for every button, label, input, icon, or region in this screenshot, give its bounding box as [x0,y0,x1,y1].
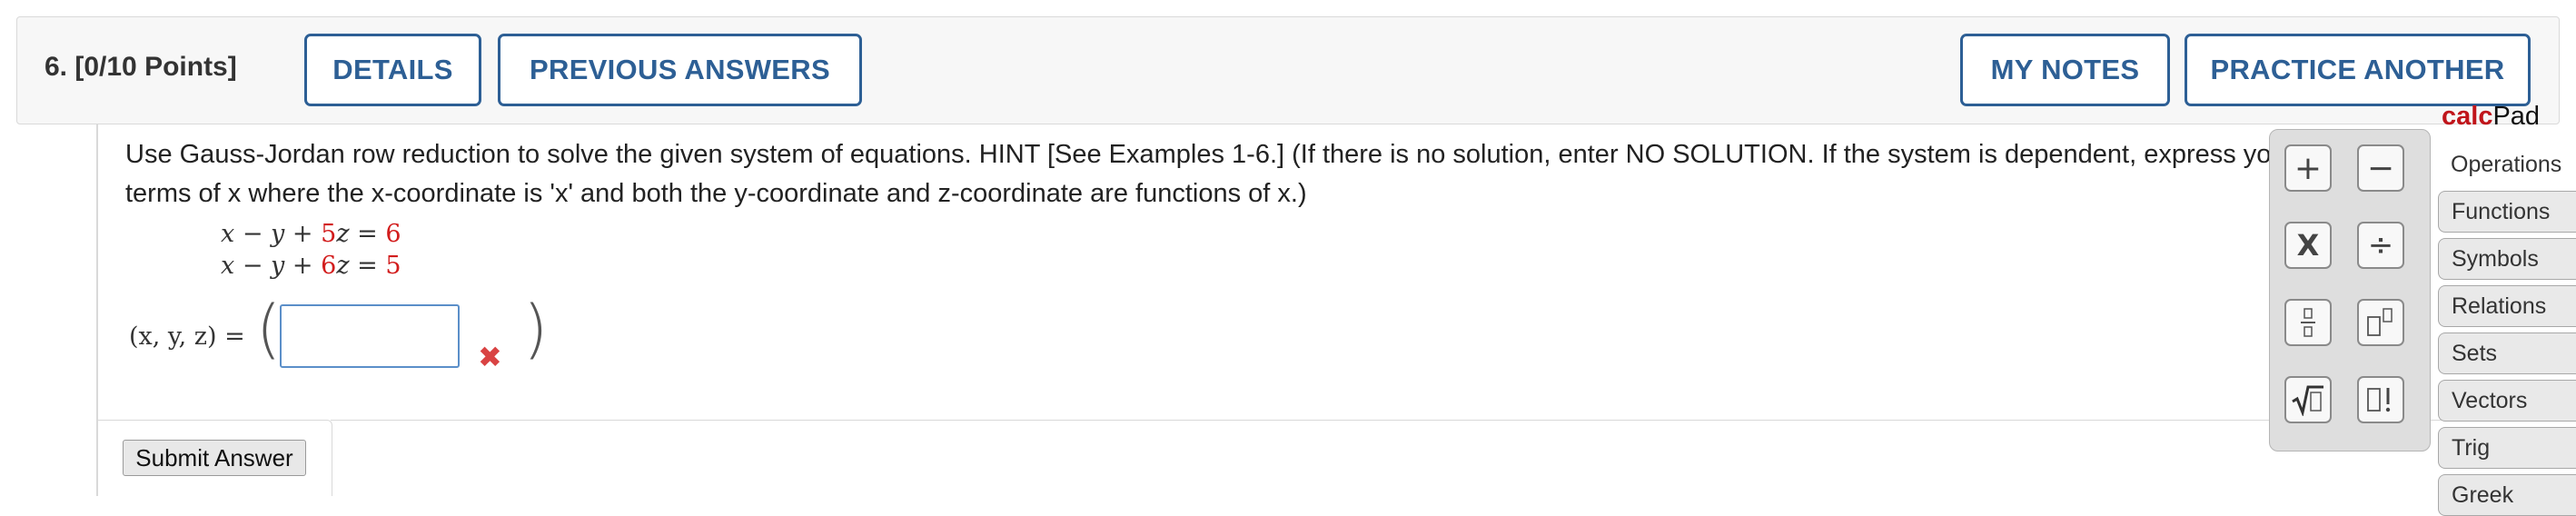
calcpad-title: calcPad [2442,102,2541,131]
coefficient-value: 6 [321,252,337,280]
exponent-icon [2367,308,2393,336]
equation-2: x − y + 6z = 5 [221,252,401,280]
answer-input[interactable] [280,304,460,368]
prompt-line-1: Use Gauss-Jordan row reduction to solve … [125,140,2415,169]
equation-1: x − y + 5z = 6 [221,220,401,248]
exponent-key[interactable] [2357,299,2404,346]
details-button[interactable]: DETAILS [304,34,481,106]
fraction-key[interactable] [2284,299,2332,346]
coefficient-value: 5 [321,220,337,248]
answer-label: (x, y, z) = [129,322,245,351]
tab-symbols[interactable]: Symbols [2438,238,2576,280]
fraction-icon [2301,308,2315,337]
question-prompt: Use Gauss-Jordan row reduction to solve … [125,135,2487,213]
tab-vectors[interactable]: Vectors [2438,380,2576,422]
tab-functions[interactable]: Functions [2438,191,2576,233]
plus-key[interactable]: + [2284,144,2332,192]
rhs-value: 5 [385,252,401,280]
close-paren: ) [523,292,549,366]
minus-key[interactable]: − [2357,144,2404,192]
submit-answer-button[interactable]: Submit Answer [123,440,306,476]
tab-trig[interactable]: Trig [2438,427,2576,469]
square-root-key[interactable] [2284,376,2332,423]
my-notes-button[interactable]: MY NOTES [1960,34,2170,106]
tab-operations[interactable]: Operations [2438,144,2576,185]
times-key[interactable]: X [2284,222,2332,269]
prompt-line-2: terms of x where the x-coordinate is 'x'… [125,179,1307,208]
factorial-key[interactable] [2357,376,2404,423]
rhs-value: 6 [385,220,401,248]
open-paren: ( [256,292,282,366]
question-body: Use Gauss-Jordan row reduction to solve … [96,124,2576,496]
tab-sets[interactable]: Sets [2438,332,2576,374]
tab-relations[interactable]: Relations [2438,285,2576,327]
divide-key[interactable]: ÷ [2357,222,2404,269]
practice-another-button[interactable]: PRACTICE ANOTHER [2185,34,2531,106]
question-header: 6. [0/10 Points] DETAILS PREVIOUS ANSWER… [16,16,2560,124]
factorial-icon [2367,388,2391,412]
calcpad-keypad: + − X ÷ [2269,129,2431,452]
tab-greek[interactable]: Greek [2438,474,2576,516]
previous-answers-button[interactable]: PREVIOUS ANSWERS [498,34,862,106]
question-number-points: 6. [0/10 Points] [45,52,237,82]
incorrect-x-icon: ✖ [478,341,502,373]
square-root-icon [2292,385,2323,416]
divider [331,420,2576,421]
